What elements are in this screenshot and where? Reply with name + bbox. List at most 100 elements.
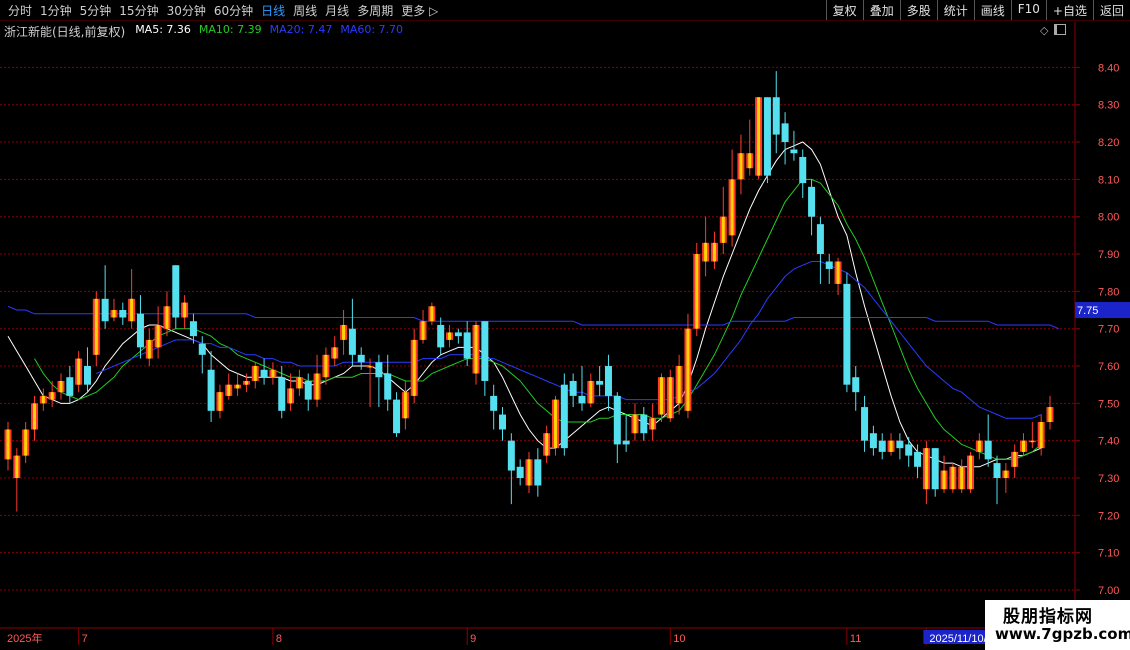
candle [1028, 422, 1036, 449]
candle-body-down [507, 440, 515, 471]
action-button-5[interactable]: F10 [1010, 0, 1046, 20]
candle-body-up-highlight [951, 466, 955, 490]
candle-body-down [578, 395, 586, 404]
action-button-7[interactable]: 返回 [1092, 0, 1130, 20]
candle [75, 351, 83, 393]
candle [207, 351, 215, 423]
candle-body-up-highlight [430, 306, 434, 322]
y-tick-label: 8.00 [1098, 212, 1119, 224]
candle-body-up-highlight [227, 384, 231, 396]
candle-body-up-highlight [942, 470, 946, 490]
watermark-url: www.7gpzb.com [995, 625, 1130, 643]
candle-body-up-highlight [836, 261, 840, 284]
candle-body-down [569, 380, 577, 396]
candle [737, 134, 745, 195]
y-tick-label: 7.40 [1098, 436, 1119, 448]
candle [181, 295, 189, 329]
candle-body-up-highlight [712, 242, 716, 262]
candle-body-up-highlight [969, 455, 973, 490]
candle [799, 149, 807, 199]
candle-body-down [437, 324, 445, 348]
y-tick-label: 8.20 [1098, 137, 1119, 149]
action-button-4[interactable]: 画线 [973, 0, 1011, 20]
candle-body-up-highlight [289, 388, 293, 404]
x-tick-label: 9 [470, 633, 476, 645]
candle-body-up-highlight [889, 440, 893, 452]
y-tick-label: 7.50 [1098, 398, 1119, 410]
candle-body-down [596, 380, 604, 385]
candle-body-up-highlight [730, 179, 734, 236]
diamond-icon[interactable]: ◇ [1040, 24, 1048, 37]
candle-body-down [136, 313, 144, 348]
candle [931, 448, 939, 497]
period-tab-3[interactable]: 15分钟 [115, 2, 162, 19]
candle [790, 130, 798, 161]
candle-body-down [207, 369, 215, 411]
candle [869, 425, 877, 456]
candle-body-down [905, 444, 913, 456]
candle [4, 422, 12, 471]
action-button-6[interactable]: +自选 [1045, 0, 1093, 20]
candle-body-up-highlight [686, 328, 690, 411]
candle [234, 373, 242, 396]
candle [843, 272, 851, 393]
candle [278, 366, 286, 419]
candlestick-chart[interactable]: 7.00 7.10 7.20 7.30 7.40 7.50 7.60 7.70 7.80 7.90… [0, 0, 1130, 650]
candle [225, 373, 233, 400]
period-tab-10[interactable]: 更多 ▷ [397, 2, 442, 19]
ma-line-ma5 [7, 141, 1042, 468]
candle [110, 298, 118, 322]
candle-body-up-highlight [1022, 440, 1026, 452]
action-button-2[interactable]: 多股 [899, 0, 937, 20]
period-tab-5[interactable]: 60分钟 [210, 2, 257, 19]
candle [772, 71, 780, 154]
indicator-legend: 浙江新能(日线,前复权) MA5: 7.36 MA10: 7.39 MA20: 7.… [4, 23, 403, 40]
candle-body-up-highlight [924, 448, 928, 490]
period-tab-8[interactable]: 月线 [321, 2, 353, 19]
candle-body-up-highlight [324, 354, 328, 378]
candle-body-up-highlight [553, 399, 557, 449]
candle-body-up-highlight [757, 97, 761, 176]
candle-body-up-highlight [633, 414, 637, 434]
candle-body-down [119, 310, 127, 318]
candle-body-up-highlight [1039, 422, 1043, 449]
candle [295, 369, 303, 396]
toolbar: 分时 1分钟 5分钟 15分钟 30分钟 60分钟 日线 周线 月线 多周期 更多 ▷ 复权 叠加 多股… [0, 0, 1130, 21]
candle-body-up-highlight [236, 384, 240, 389]
candle [1046, 395, 1054, 430]
candle-body-up-highlight [1030, 440, 1034, 443]
candle [66, 366, 74, 404]
period-tab-0[interactable]: 分时 [4, 2, 36, 19]
candle [525, 451, 533, 493]
candle-body-down [278, 377, 286, 411]
candle-body-up-highlight [748, 153, 752, 169]
candle [499, 407, 507, 441]
period-tab-6[interactable]: 日线 [257, 2, 289, 19]
candle [410, 328, 418, 404]
candle [516, 459, 524, 486]
period-tab-4[interactable]: 30分钟 [163, 2, 210, 19]
candle [861, 395, 869, 452]
period-tab-2[interactable]: 5分钟 [76, 2, 116, 19]
action-button-3[interactable]: 统计 [936, 0, 974, 20]
candle-body-down [861, 407, 869, 441]
candle-body-up-highlight [6, 429, 10, 460]
candle [755, 97, 763, 180]
action-button-1[interactable]: 叠加 [862, 0, 900, 20]
candle [1020, 433, 1028, 456]
candle-body-up-highlight [651, 418, 655, 430]
panel-icon[interactable] [1054, 24, 1067, 35]
candle [710, 231, 718, 269]
candle [83, 347, 91, 393]
candle-body-down [375, 362, 383, 378]
candle [905, 436, 913, 467]
candle [887, 433, 895, 456]
y-tick-label: 7.80 [1098, 286, 1119, 298]
candle [198, 336, 206, 374]
period-tab-7[interactable]: 周线 [289, 2, 321, 19]
period-tab-9[interactable]: 多周期 [353, 2, 397, 19]
action-button-0[interactable]: 复权 [825, 0, 863, 20]
candle [763, 97, 771, 184]
candle [587, 373, 595, 408]
period-tab-1[interactable]: 1分钟 [36, 2, 76, 19]
